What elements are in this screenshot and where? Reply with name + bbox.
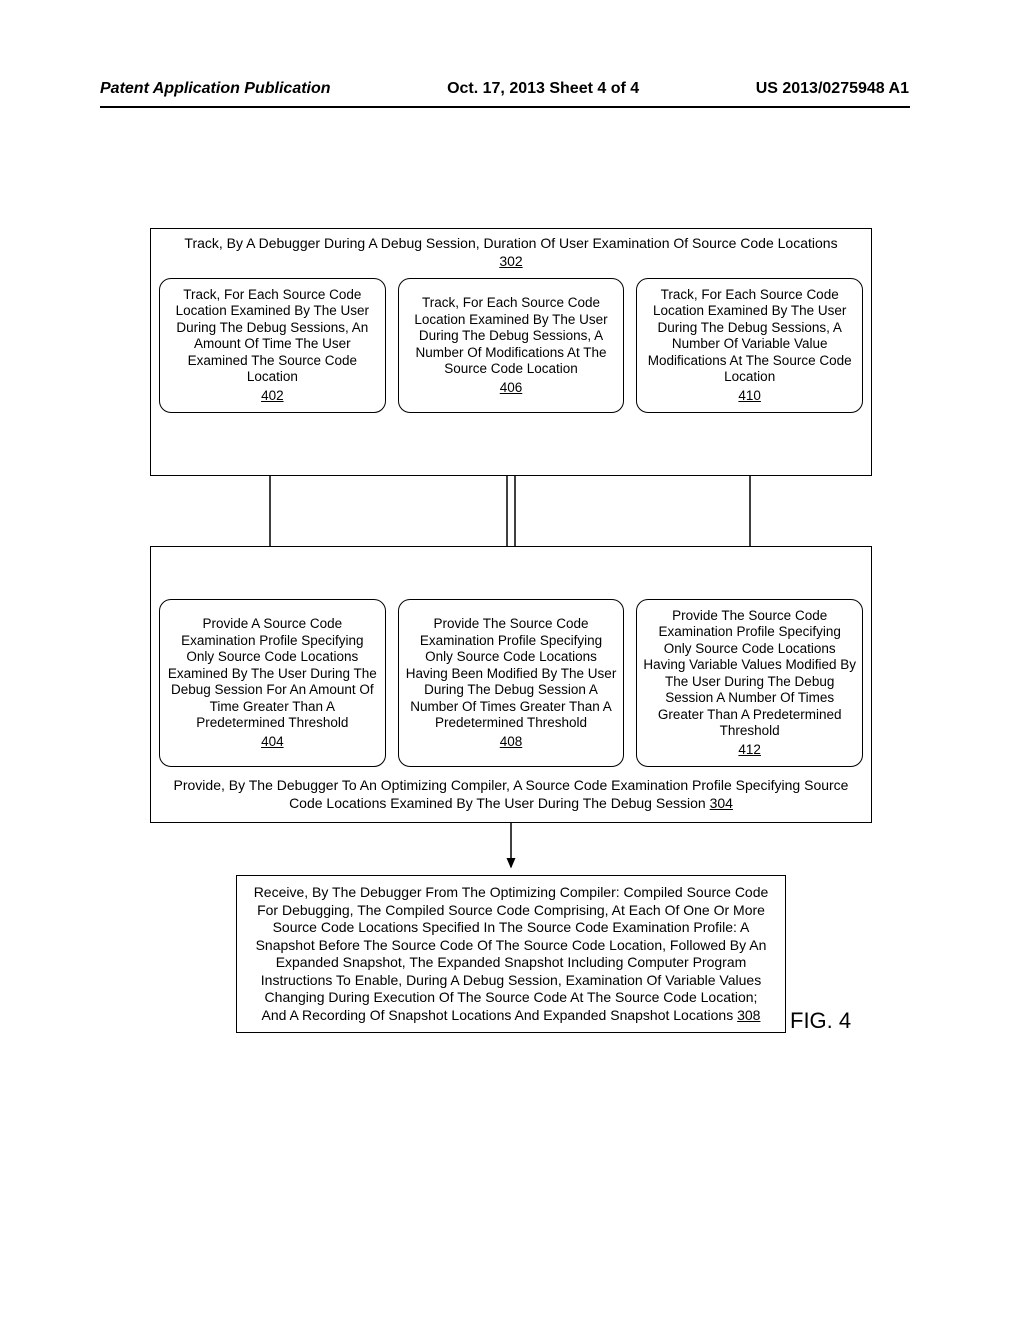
box-408-ref: 408 [405, 734, 618, 750]
box-404: Provide A Source Code Examination Profil… [159, 599, 386, 767]
box-410-text: Track, For Each Source Code Location Exa… [643, 287, 856, 386]
arrow-304-to-308 [150, 823, 872, 875]
box-308-ref: 308 [737, 1007, 760, 1023]
box-302: Track, By A Debugger During A Debug Sess… [150, 228, 872, 476]
header-rule [100, 106, 910, 108]
flowchart: Track, By A Debugger During A Debug Sess… [150, 228, 872, 1033]
row-302-children: Track, For Each Source Code Location Exa… [159, 278, 863, 413]
box-404-ref: 404 [166, 734, 379, 750]
box-402-text: Track, For Each Source Code Location Exa… [166, 287, 379, 386]
box-308-text: Receive, By The Debugger From The Optimi… [254, 884, 769, 1023]
box-302-title: Track, By A Debugger During A Debug Sess… [159, 235, 863, 270]
header-left: Patent Application Publication [100, 80, 331, 98]
page-header: Patent Application Publication Oct. 17, … [0, 80, 1024, 98]
box-304-title: Provide, By The Debugger To An Optimizin… [159, 777, 863, 812]
box-406: Track, For Each Source Code Location Exa… [398, 278, 625, 413]
arrows-302-to-304 [150, 476, 872, 546]
box-410-ref: 410 [643, 388, 856, 404]
box-412-text: Provide The Source Code Examination Prof… [643, 608, 856, 740]
box-304: Provide A Source Code Examination Profil… [150, 546, 872, 823]
box-404-text: Provide A Source Code Examination Profil… [166, 616, 379, 731]
figure-label: FIG. 4 [790, 1008, 851, 1034]
box-302-text: Track, By A Debugger During A Debug Sess… [184, 235, 837, 251]
box-406-text: Track, For Each Source Code Location Exa… [405, 295, 618, 377]
box-302-ref: 302 [499, 253, 522, 269]
box-410: Track, For Each Source Code Location Exa… [636, 278, 863, 413]
header-mid: Oct. 17, 2013 Sheet 4 of 4 [447, 80, 639, 98]
box-408: Provide The Source Code Examination Prof… [398, 599, 625, 767]
box-402: Track, For Each Source Code Location Exa… [159, 278, 386, 413]
row-304-children: Provide A Source Code Examination Profil… [159, 599, 863, 767]
box-406-ref: 406 [405, 380, 618, 396]
box-412-ref: 412 [643, 742, 856, 758]
box-408-text: Provide The Source Code Examination Prof… [405, 616, 618, 731]
header-right: US 2013/0275948 A1 [756, 80, 909, 98]
box-304-ref: 304 [710, 795, 733, 811]
box-402-ref: 402 [166, 388, 379, 404]
gap-2 [150, 823, 872, 875]
box-308: Receive, By The Debugger From The Optimi… [236, 875, 786, 1033]
box-304-text: Provide, By The Debugger To An Optimizin… [174, 777, 849, 811]
gap-1 [150, 476, 872, 546]
box-412: Provide The Source Code Examination Prof… [636, 599, 863, 767]
